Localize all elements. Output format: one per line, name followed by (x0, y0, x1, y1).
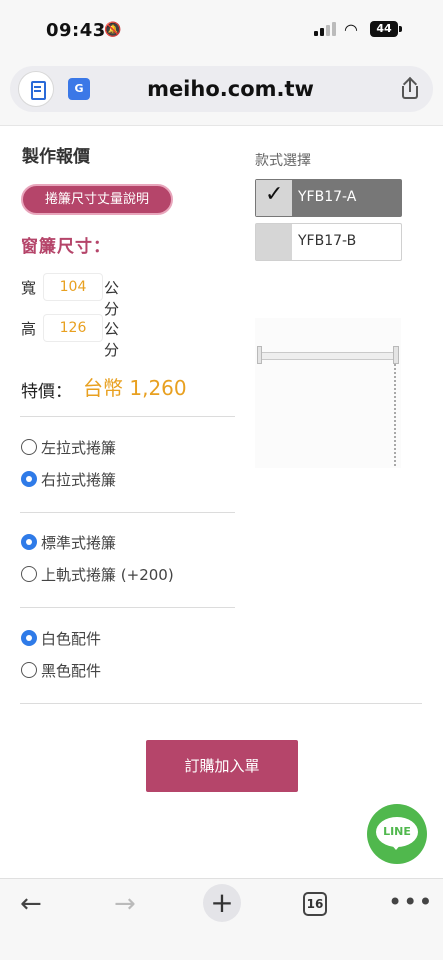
bell-muted-icon: 🔕 (104, 22, 122, 38)
browser-address-area: G meiho.com.tw (0, 60, 443, 126)
style-heading: 款式選擇 (255, 153, 311, 169)
radio-label: 標準式捲簾 (41, 534, 117, 552)
radio-icon[interactable] (21, 566, 37, 582)
radio-label: 左拉式捲簾 (41, 439, 117, 457)
forward-arrow-icon[interactable]: → (114, 889, 136, 919)
line-chat-button[interactable]: LINE (367, 804, 427, 864)
radio-label: 黑色配件 (41, 662, 102, 680)
price-label: 特價： (21, 382, 72, 402)
width-label: 寬 (21, 279, 37, 297)
rail-end-right (393, 346, 399, 364)
radio-icon[interactable] (21, 439, 37, 455)
radio-label: 上軌式捲簾 (+200) (41, 566, 174, 584)
radio-label: 白色配件 (41, 630, 102, 648)
cellular-signal-icon (314, 22, 338, 36)
status-bar: 09:43 🔕 ◠ 44 (0, 0, 443, 60)
size-heading: 窗簾尺寸： (21, 237, 111, 257)
measurement-guide-button[interactable]: 捲簾尺寸丈量說明 (21, 184, 173, 215)
rail-end-left (257, 346, 262, 364)
new-tab-plus-icon[interactable]: + (203, 884, 241, 922)
radio-icon[interactable] (21, 662, 37, 678)
style-option-a[interactable]: ✓ YFB17-A (255, 179, 402, 217)
divider (20, 703, 422, 704)
status-time: 09:43 (46, 20, 106, 41)
width-input[interactable]: 104 (43, 273, 103, 301)
height-unit: 公分 (104, 320, 120, 359)
price-value: 台幣 1,260 (83, 376, 187, 400)
style-option-label: YFB17-B (298, 233, 357, 249)
style-option-label: YFB17-A (298, 189, 357, 205)
back-arrow-icon[interactable]: ← (20, 889, 42, 919)
browser-toolbar: ← → + 16 ••• (0, 878, 443, 960)
divider (20, 416, 235, 417)
address-bar[interactable]: G meiho.com.tw (10, 66, 433, 112)
radio-label: 右拉式捲簾 (41, 471, 117, 489)
divider (20, 607, 235, 608)
add-to-order-button[interactable]: 訂購加入單 (146, 740, 298, 792)
url-text[interactable]: meiho.com.tw (10, 77, 433, 101)
height-label: 高 (21, 320, 37, 338)
style-swatch: ✓ (256, 180, 292, 216)
more-dots-icon[interactable]: ••• (388, 888, 433, 916)
style-option-b[interactable]: YFB17-B (255, 223, 402, 261)
battery-tip (399, 26, 402, 32)
line-label: LINE (383, 825, 411, 838)
pull-chain (394, 364, 396, 466)
width-unit: 公分 (104, 279, 120, 318)
product-image (255, 318, 401, 468)
page-title: 製作報價 (22, 147, 90, 167)
battery-icon: 44 (370, 21, 398, 37)
check-icon: ✓ (265, 182, 284, 207)
divider (20, 512, 235, 513)
radio-checked-icon[interactable] (21, 630, 37, 646)
line-icon: LINE (376, 817, 418, 850)
radio-checked-icon[interactable] (21, 534, 37, 550)
radio-checked-icon[interactable] (21, 471, 37, 487)
style-swatch (256, 224, 292, 260)
wifi-icon: ◠ (344, 20, 358, 39)
roller-rail (259, 352, 399, 360)
height-input[interactable]: 126 (43, 314, 103, 342)
tab-count-icon[interactable]: 16 (303, 892, 327, 916)
share-icon[interactable] (401, 76, 419, 100)
